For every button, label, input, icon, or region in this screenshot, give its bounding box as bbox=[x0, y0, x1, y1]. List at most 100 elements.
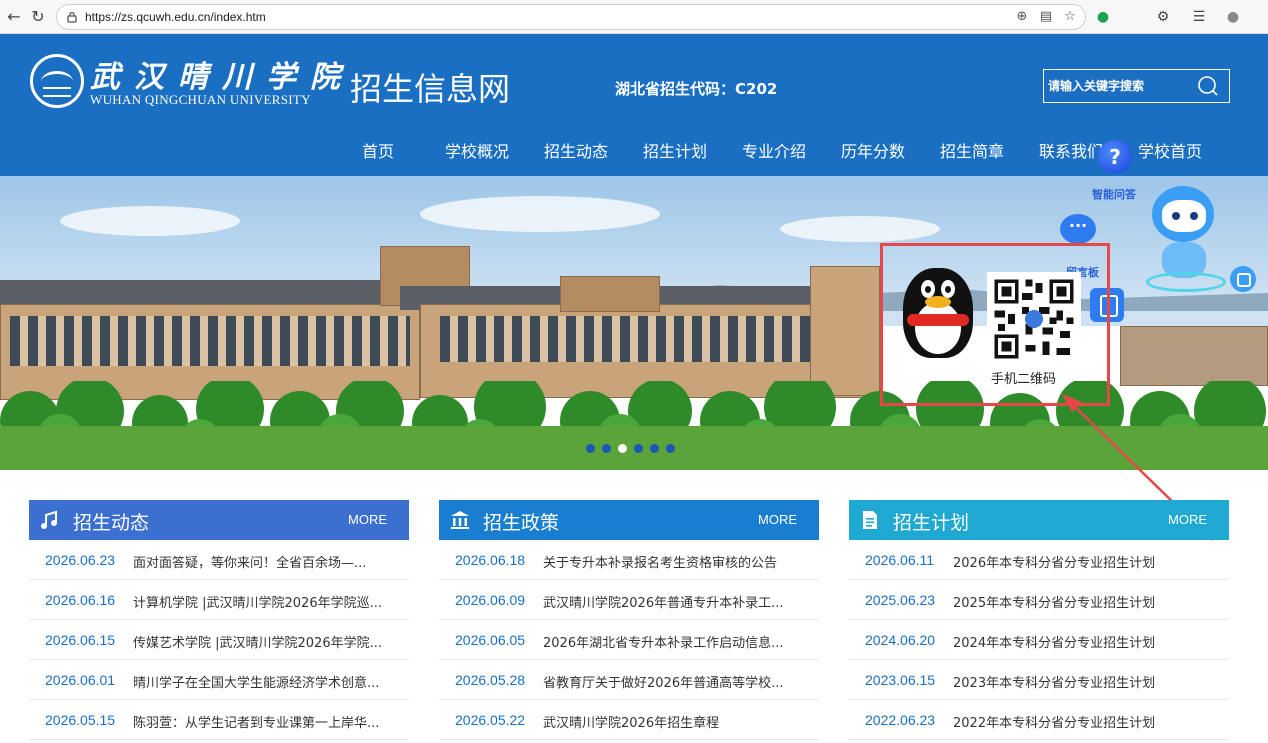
qq-penguin-icon[interactable] bbox=[903, 268, 973, 364]
nav-admission-brochure[interactable]: 招生简章 bbox=[940, 138, 1004, 162]
university-name-cn: 武汉晴川学院 bbox=[90, 60, 354, 95]
more-link[interactable]: MORE bbox=[1168, 512, 1207, 527]
news-date: 2026.06.15 bbox=[45, 632, 116, 648]
lock-icon bbox=[67, 11, 77, 23]
list-item[interactable]: 2026.06.01 晴川学子在全国大学生能源经济学术创意... bbox=[29, 660, 409, 700]
robot-base bbox=[1146, 272, 1226, 292]
document-icon bbox=[863, 511, 877, 529]
nav-home[interactable]: 首页 bbox=[362, 138, 394, 162]
building bbox=[810, 266, 880, 396]
news-title[interactable]: 2025年本专科分省分专业招生计划 bbox=[953, 592, 1155, 611]
news-date: 2026.05.22 bbox=[455, 712, 526, 728]
news-title[interactable]: 计算机学院 |武汉晴川学院2026年学院巡... bbox=[133, 592, 382, 611]
search-input[interactable] bbox=[1048, 76, 1188, 96]
university-logo-icon[interactable] bbox=[30, 54, 84, 108]
qr-code-icon bbox=[987, 272, 1081, 366]
list-item[interactable]: 2026.06.15 传媒艺术学院 |武汉晴川学院2026年学院... bbox=[29, 620, 409, 660]
column-title: 招生动态 bbox=[73, 512, 150, 534]
list-item[interactable]: 2026.06.18 关于专升本补录报名考生资格审核的公告 bbox=[439, 540, 819, 580]
news-title[interactable]: 武汉晴川学院2026年普通专升本补录工... bbox=[543, 592, 783, 611]
extensions-puzzle-icon[interactable]: ⚙ bbox=[1152, 6, 1174, 28]
browser-toolbar: ← ↻ https://zs.qcuwh.edu.cn/index.htm ⊕ … bbox=[0, 0, 1268, 34]
news-title[interactable]: 武汉晴川学院2026年招生章程 bbox=[543, 712, 719, 731]
nav-past-scores[interactable]: 历年分数 bbox=[841, 138, 905, 162]
news-title[interactable]: 2026年本专科分省分专业招生计划 bbox=[953, 552, 1155, 571]
nav-school-home[interactable]: 学校首页 bbox=[1138, 138, 1202, 162]
reader-icon[interactable]: ▤ bbox=[1037, 8, 1055, 26]
column-admission-plan: 招生计划 MORE 2026.06.11 2026年本专科分省分专业招生计划 20… bbox=[849, 500, 1229, 740]
news-title[interactable]: 面对面答疑，等你来问！全省百余场—... bbox=[133, 552, 366, 571]
list-item[interactable]: 2026.06.16 计算机学院 |武汉晴川学院2026年学院巡... bbox=[29, 580, 409, 620]
list-item[interactable]: 2026.05.22 武汉晴川学院2026年招生章程 bbox=[439, 700, 819, 740]
news-date: 2026.06.23 bbox=[45, 552, 116, 568]
carousel-dot[interactable] bbox=[602, 444, 611, 453]
list-item[interactable]: 2026.06.11 2026年本专科分省分专业招生计划 bbox=[849, 540, 1229, 580]
qr-caption: 手机二维码 bbox=[991, 372, 1057, 387]
question-icon[interactable]: ? bbox=[1098, 140, 1132, 174]
news-date: 2026.05.15 bbox=[45, 712, 116, 728]
chat-bubble-icon[interactable]: ··· bbox=[1060, 214, 1096, 244]
column-admission-news: 招生动态 MORE 2026.06.23 面对面答疑，等你来问！全省百余场—...… bbox=[29, 500, 409, 740]
column-header: 招生政策 MORE bbox=[439, 500, 819, 540]
news-title[interactable]: 2024年本专科分省分专业招生计划 bbox=[953, 632, 1155, 651]
back-icon[interactable]: ← bbox=[4, 7, 24, 27]
more-link[interactable]: MORE bbox=[348, 512, 387, 527]
list-item[interactable]: 2025.06.23 2025年本专科分省分专业招生计划 bbox=[849, 580, 1229, 620]
list-item[interactable]: 2023.06.15 2023年本专科分省分专业招生计划 bbox=[849, 660, 1229, 700]
nav-majors[interactable]: 专业介绍 bbox=[742, 138, 806, 162]
smart-qa-widget[interactable]: ? 智能问答 bbox=[1092, 140, 1142, 201]
music-note-icon bbox=[41, 510, 57, 529]
list-item[interactable]: 2026.06.09 武汉晴川学院2026年普通专升本补录工... bbox=[439, 580, 819, 620]
news-title[interactable]: 陈羽萱：从学生记者到专业课第一上岸华... bbox=[133, 712, 379, 731]
robot-assistant-icon[interactable] bbox=[1144, 186, 1232, 294]
extension-icon[interactable]: ● bbox=[1092, 6, 1114, 28]
penguin-eye bbox=[921, 280, 935, 298]
news-date: 2026.06.11 bbox=[865, 552, 935, 568]
column-title: 招生政策 bbox=[483, 512, 560, 534]
list-item[interactable]: 2026.06.23 面对面答疑，等你来问！全省百余场—... bbox=[29, 540, 409, 580]
news-title[interactable]: 2026年湖北省专升本补录工作启动信息... bbox=[543, 632, 783, 651]
news-title[interactable]: 关于专升本补录报名考生资格审核的公告 bbox=[543, 552, 777, 571]
penguin-belly bbox=[915, 302, 961, 354]
search-icon[interactable] bbox=[1197, 75, 1219, 97]
address-bar[interactable]: https://zs.qcuwh.edu.cn/index.htm ⊕ ▤ ☆ bbox=[56, 4, 1086, 30]
zoom-icon[interactable]: ⊕ bbox=[1013, 8, 1031, 26]
penguin-eye bbox=[941, 280, 955, 298]
favorite-star-icon[interactable]: ☆ bbox=[1061, 8, 1079, 26]
cloud bbox=[420, 196, 660, 232]
carousel-dot[interactable] bbox=[634, 444, 643, 453]
news-title[interactable]: 省教育厅关于做好2026年普通高等学校... bbox=[543, 672, 783, 691]
qr-code-popup: 手机二维码 bbox=[880, 243, 1110, 406]
building-windows bbox=[440, 316, 860, 362]
building-windows bbox=[10, 316, 410, 366]
list-item[interactable]: 2024.06.20 2024年本专科分省分专业招生计划 bbox=[849, 620, 1229, 660]
carousel-dot[interactable] bbox=[666, 444, 675, 453]
news-title[interactable]: 晴川学子在全国大学生能源经济学术创意... bbox=[133, 672, 379, 691]
news-date: 2026.06.16 bbox=[45, 592, 116, 608]
news-title[interactable]: 传媒艺术学院 |武汉晴川学院2026年学院... bbox=[133, 632, 382, 651]
scan-icon[interactable] bbox=[1230, 266, 1256, 292]
news-title[interactable]: 2022年本专科分省分专业招生计划 bbox=[953, 712, 1155, 731]
robot-face bbox=[1162, 200, 1206, 232]
column-header: 招生动态 MORE bbox=[29, 500, 409, 540]
list-item[interactable]: 2026.06.05 2026年湖北省专升本补录工作启动信息... bbox=[439, 620, 819, 660]
nav-admission-plan[interactable]: 招生计划 bbox=[643, 138, 707, 162]
penguin-beak bbox=[925, 296, 951, 308]
column-title: 招生计划 bbox=[893, 512, 970, 534]
carousel-dot[interactable] bbox=[586, 444, 595, 453]
carousel-dot[interactable] bbox=[650, 444, 659, 453]
search-box bbox=[1043, 69, 1230, 103]
news-date: 2022.06.23 bbox=[865, 712, 936, 728]
nav-school-overview[interactable]: 学校概况 bbox=[445, 138, 509, 162]
carousel-dots bbox=[586, 444, 675, 453]
list-item[interactable]: 2026.05.15 陈羽萱：从学生记者到专业课第一上岸华... bbox=[29, 700, 409, 740]
more-link[interactable]: MORE bbox=[758, 512, 797, 527]
carousel-dot[interactable] bbox=[618, 444, 627, 453]
list-item[interactable]: 2026.05.28 省教育厅关于做好2026年普通高等学校... bbox=[439, 660, 819, 700]
news-title[interactable]: 2023年本专科分省分专业招生计划 bbox=[953, 672, 1155, 691]
nav-admission-news[interactable]: 招生动态 bbox=[544, 138, 608, 162]
favorites-icon[interactable]: ☰ bbox=[1188, 6, 1210, 28]
profile-avatar-icon[interactable]: ● bbox=[1222, 6, 1244, 28]
reload-icon[interactable]: ↻ bbox=[28, 7, 48, 27]
list-item[interactable]: 2022.06.23 2022年本专科分省分专业招生计划 bbox=[849, 700, 1229, 740]
